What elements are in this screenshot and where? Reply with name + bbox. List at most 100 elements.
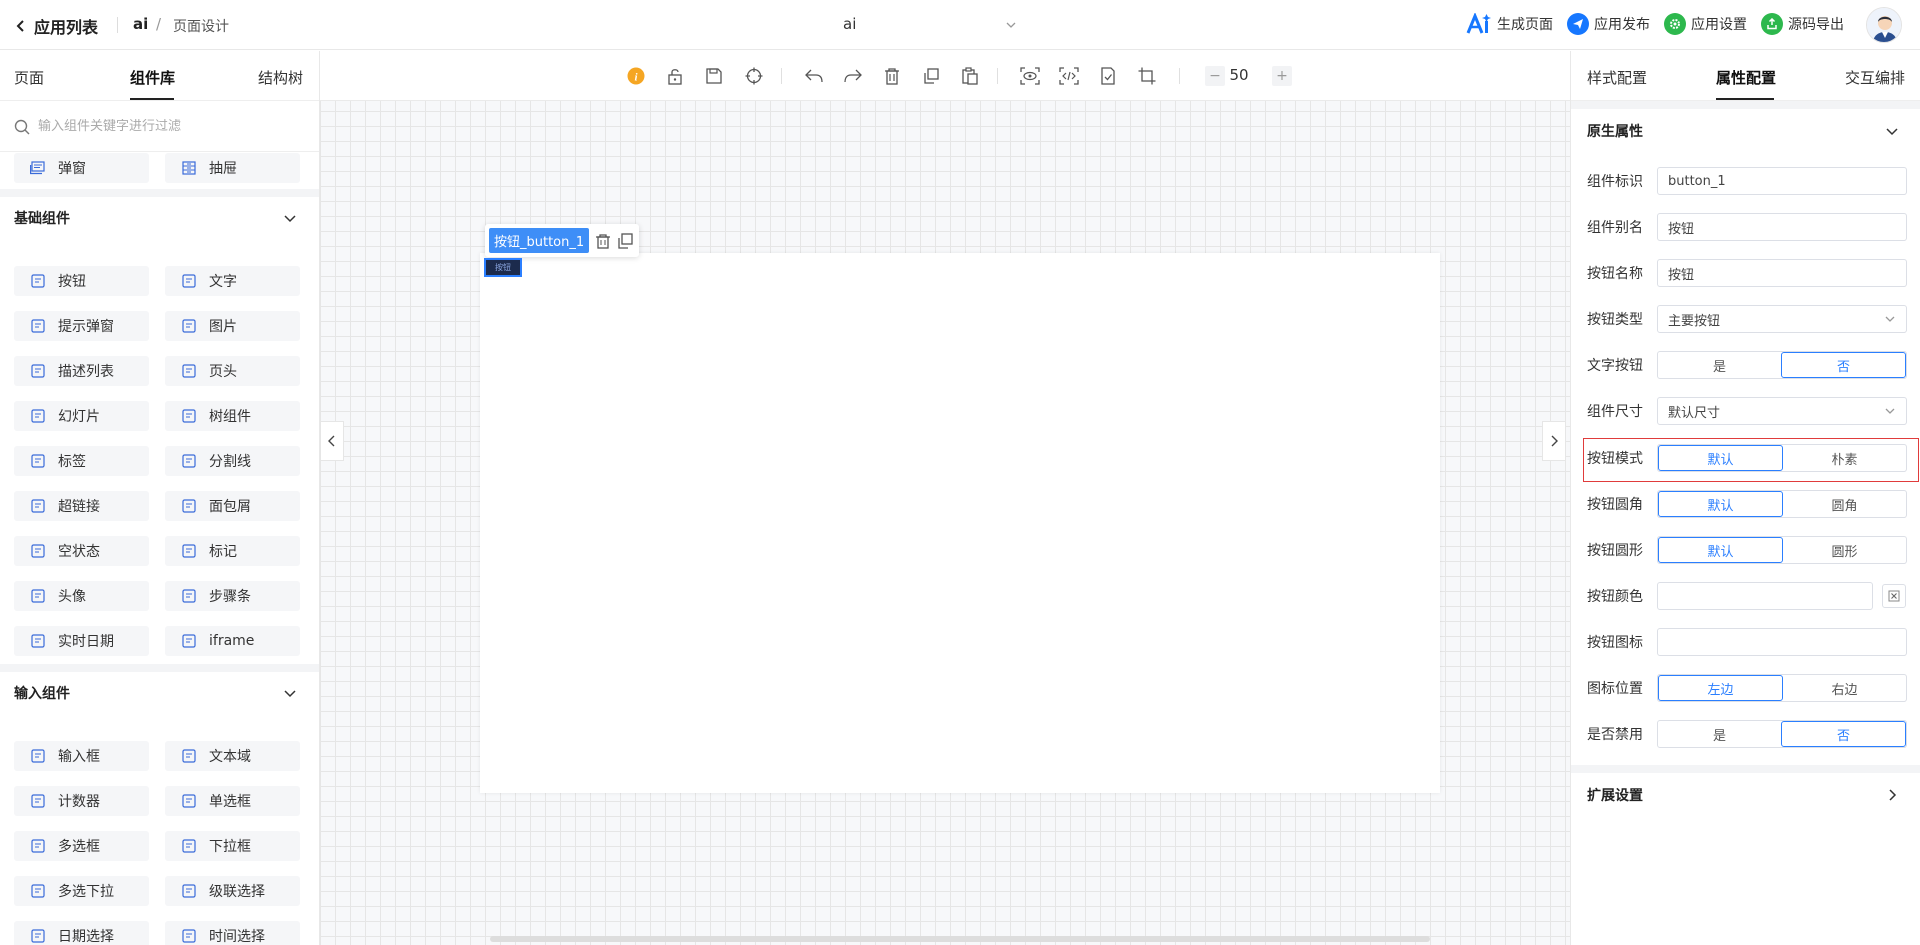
component-item-label: 时间选择 xyxy=(209,929,265,945)
tab-property-config[interactable]: 属性配置 xyxy=(1716,67,1776,88)
component-icon xyxy=(182,544,196,558)
check-file-icon[interactable] xyxy=(1097,65,1119,87)
selected-button-component[interactable]: 按钮 xyxy=(484,258,522,277)
component-alias-input[interactable]: 按钮 xyxy=(1657,213,1907,241)
section-native-props[interactable]: 原生属性 xyxy=(1571,109,1920,153)
info-icon[interactable]: i xyxy=(625,65,647,87)
group-basic-components[interactable]: 基础组件 xyxy=(0,189,319,239)
selected-component-toolbar: 按钮_button_1 xyxy=(485,224,640,257)
zoom-in-button[interactable]: + xyxy=(1272,66,1292,86)
size-select[interactable]: 默认尺寸 xyxy=(1657,397,1907,425)
crop-icon[interactable] xyxy=(1136,65,1158,87)
trash-icon[interactable] xyxy=(881,65,903,87)
button-name-input[interactable]: 按钮 xyxy=(1657,259,1907,287)
component-item[interactable]: 头像 xyxy=(14,581,149,611)
tab-pages[interactable]: 页面 xyxy=(14,67,44,88)
component-item[interactable]: iframe xyxy=(165,626,300,656)
component-search-input[interactable] xyxy=(38,119,298,134)
prop-button-circle: 按钮圆形 默认 圆形 xyxy=(1587,535,1907,565)
component-item[interactable]: 标签 xyxy=(14,446,149,476)
icon-position-left[interactable]: 左边 xyxy=(1658,675,1783,701)
delete-component-icon[interactable] xyxy=(595,233,611,249)
tab-style-config[interactable]: 样式配置 xyxy=(1587,67,1647,88)
horizontal-scrollbar[interactable] xyxy=(490,936,1430,942)
component-item[interactable]: 面包屑 xyxy=(165,491,300,521)
design-canvas[interactable]: i − 50 + 按钮_button_1 按钮 xyxy=(320,51,1570,945)
component-item[interactable]: 单选框 xyxy=(165,786,300,816)
component-item[interactable]: 日期选择 xyxy=(14,921,149,945)
button-type-select[interactable]: 主要按钮 xyxy=(1657,305,1907,333)
section-ext-title: 扩展设置 xyxy=(1587,788,1643,804)
code-icon[interactable] xyxy=(1058,65,1080,87)
disabled-yes[interactable]: 是 xyxy=(1658,721,1781,747)
component-item[interactable]: 多选下拉 xyxy=(14,876,149,906)
back-to-app-list[interactable]: 应用列表 xyxy=(14,14,98,38)
component-item[interactable]: 幻灯片 xyxy=(14,401,149,431)
page-artboard[interactable] xyxy=(480,253,1440,793)
component-item[interactable]: 图片 xyxy=(165,311,300,341)
zoom-out-button[interactable]: − xyxy=(1205,66,1225,86)
component-item-label: 计数器 xyxy=(58,794,100,810)
unlock-icon[interactable] xyxy=(664,65,686,87)
component-item[interactable]: 时间选择 xyxy=(165,921,300,945)
component-item[interactable]: 提示弹窗 xyxy=(14,311,149,341)
collapse-right-panel[interactable] xyxy=(1542,421,1566,461)
paper-plane-icon xyxy=(1567,13,1589,35)
tab-interaction-orchestration[interactable]: 交互编排 xyxy=(1845,67,1905,88)
component-icon xyxy=(31,749,45,763)
component-item[interactable]: 文本域 xyxy=(165,741,300,771)
button-color-input[interactable] xyxy=(1657,582,1873,610)
collapse-left-panel[interactable] xyxy=(320,421,344,461)
button-circle-circle[interactable]: 圆形 xyxy=(1783,537,1906,563)
page-selector[interactable]: ai xyxy=(843,14,1017,36)
component-item[interactable]: 文字 xyxy=(165,266,300,296)
duplicate-component-icon[interactable] xyxy=(617,232,633,249)
component-item[interactable]: 空状态 xyxy=(14,536,149,566)
icon-position-right[interactable]: 右边 xyxy=(1783,675,1906,701)
undo-icon[interactable] xyxy=(803,65,825,87)
generate-page-button[interactable]: 生成页面 xyxy=(1466,13,1553,35)
app-settings-button[interactable]: 应用设置 xyxy=(1664,13,1747,35)
component-item[interactable]: 级联选择 xyxy=(165,876,300,906)
component-item[interactable]: 描述列表 xyxy=(14,356,149,386)
component-item[interactable]: 超链接 xyxy=(14,491,149,521)
breadcrumb-app[interactable]: ai xyxy=(133,15,148,33)
component-item[interactable]: 按钮 xyxy=(14,266,149,296)
component-dialog[interactable]: 弹窗 xyxy=(14,153,149,183)
publish-app-button[interactable]: 应用发布 xyxy=(1567,13,1650,35)
component-item[interactable]: 实时日期 xyxy=(14,626,149,656)
button-mode-default[interactable]: 默认 xyxy=(1658,445,1783,471)
button-radius-default[interactable]: 默认 xyxy=(1658,491,1783,517)
tab-structure-tree[interactable]: 结构树 xyxy=(258,67,303,88)
user-avatar[interactable] xyxy=(1866,7,1902,43)
export-source-button[interactable]: 源码导出 xyxy=(1761,13,1844,35)
paste-icon[interactable] xyxy=(959,65,981,87)
preview-icon[interactable] xyxy=(1019,65,1041,87)
button-icon-input[interactable] xyxy=(1657,628,1907,656)
button-mode-plain[interactable]: 朴素 xyxy=(1783,445,1906,471)
component-drawer[interactable]: 抽屉 xyxy=(165,153,300,183)
component-item[interactable]: 树组件 xyxy=(165,401,300,431)
component-item[interactable]: 分割线 xyxy=(165,446,300,476)
component-item[interactable]: 页头 xyxy=(165,356,300,386)
button-radius-round[interactable]: 圆角 xyxy=(1783,491,1906,517)
group-input-components[interactable]: 输入组件 xyxy=(0,664,319,714)
button-circle-default[interactable]: 默认 xyxy=(1658,537,1783,563)
component-item[interactable]: 标记 xyxy=(165,536,300,566)
component-item[interactable]: 下拉框 xyxy=(165,831,300,861)
component-id-input[interactable]: button_1 xyxy=(1657,167,1907,195)
text-button-yes[interactable]: 是 xyxy=(1658,352,1781,378)
tab-component-library[interactable]: 组件库 xyxy=(130,67,175,88)
text-button-no[interactable]: 否 xyxy=(1781,352,1906,378)
clear-color-button[interactable] xyxy=(1882,584,1906,608)
copy-icon[interactable] xyxy=(920,65,942,87)
component-item[interactable]: 输入框 xyxy=(14,741,149,771)
section-extended-settings[interactable]: 扩展设置 xyxy=(1571,773,1920,817)
disabled-no[interactable]: 否 xyxy=(1781,721,1906,747)
component-item[interactable]: 计数器 xyxy=(14,786,149,816)
redo-icon[interactable] xyxy=(842,65,864,87)
component-item[interactable]: 多选框 xyxy=(14,831,149,861)
locate-icon[interactable] xyxy=(743,65,765,87)
save-icon[interactable] xyxy=(703,65,725,87)
component-item[interactable]: 步骤条 xyxy=(165,581,300,611)
